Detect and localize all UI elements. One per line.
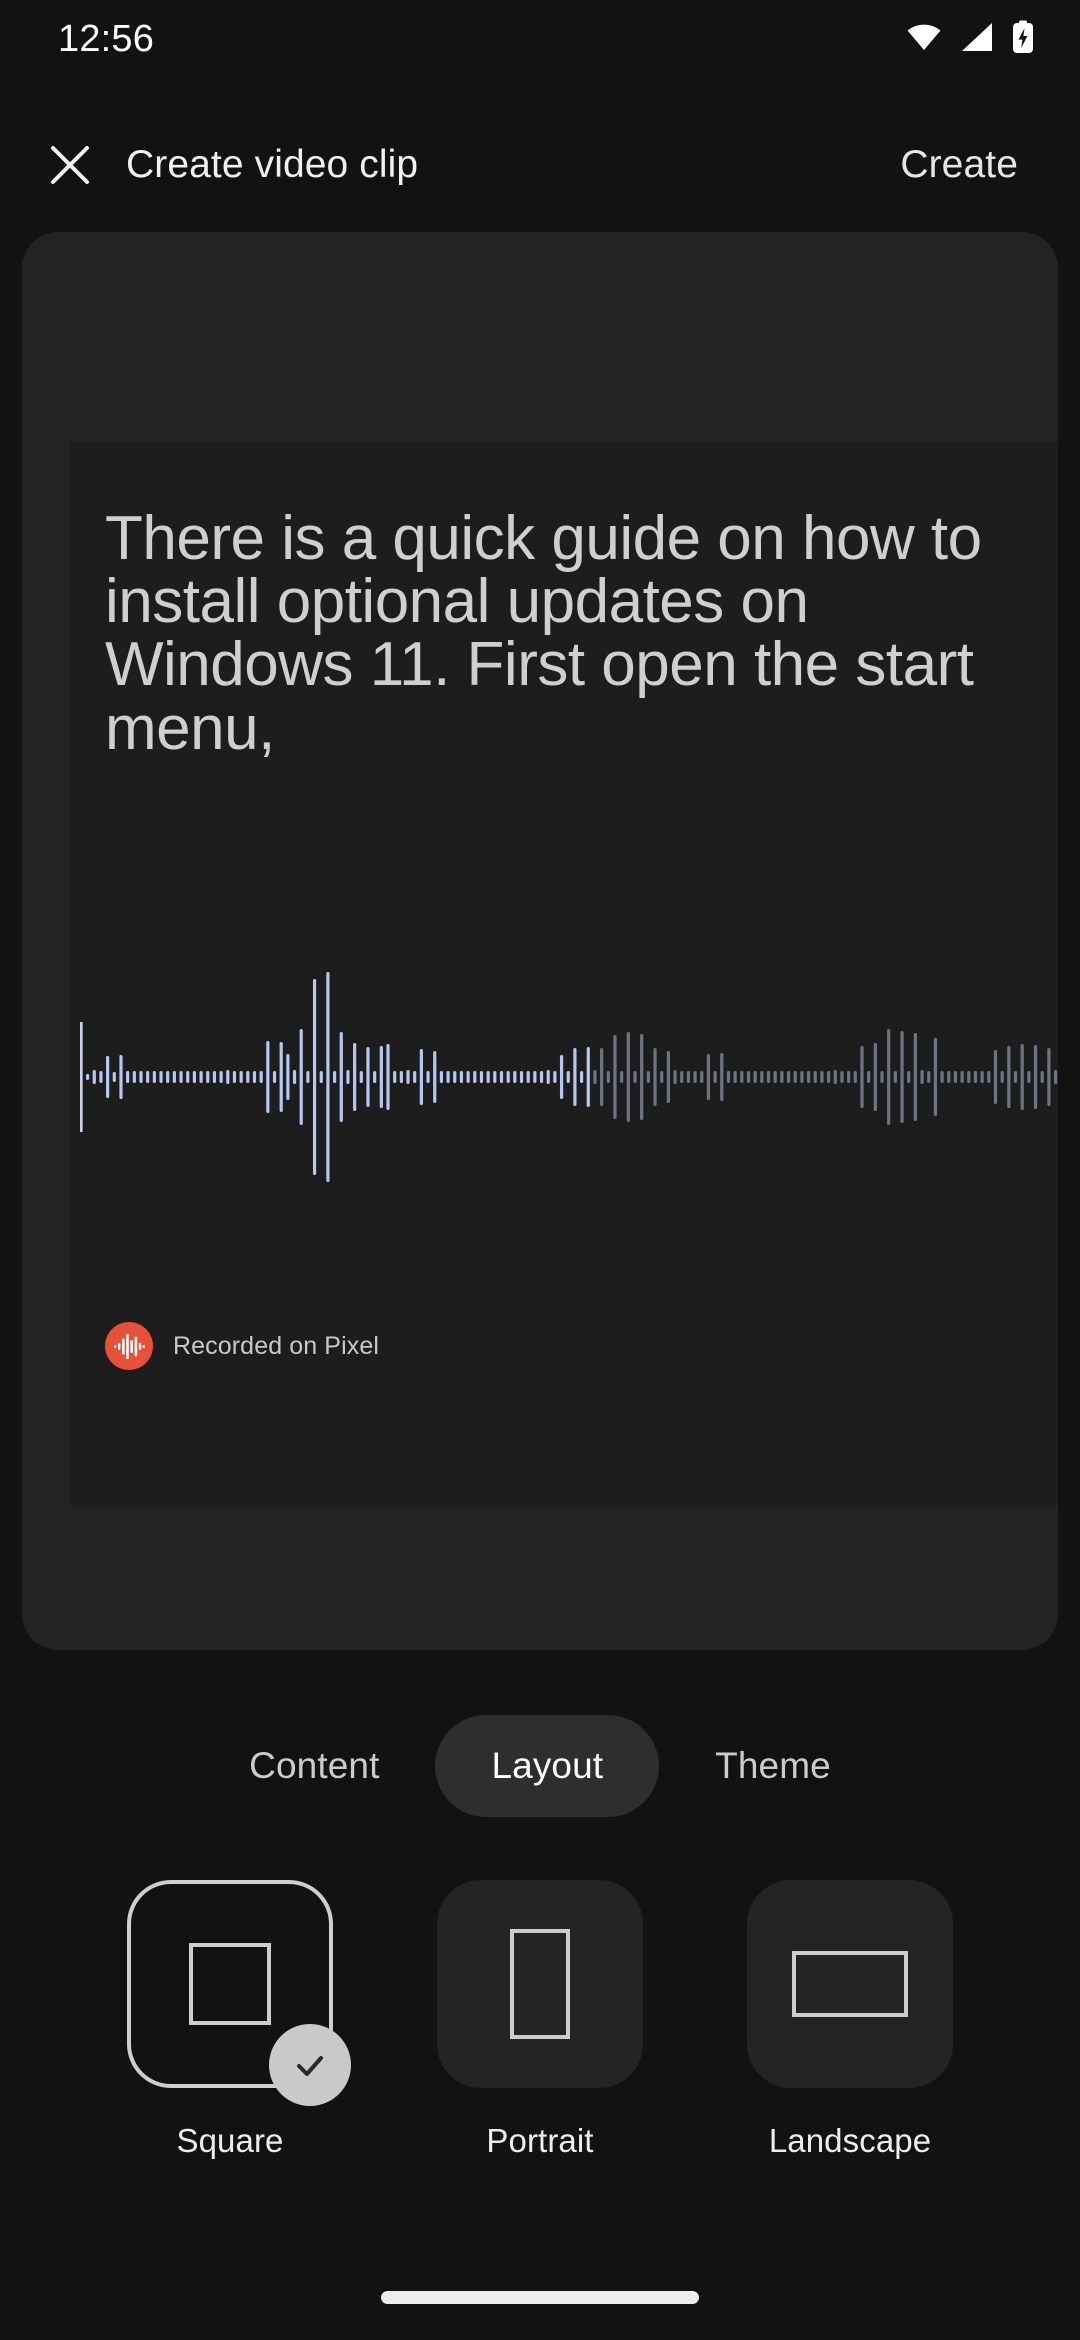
layout-options: Square Portrait Landscape xyxy=(0,1880,1080,2160)
layout-option-portrait-label: Portrait xyxy=(486,2122,594,2159)
audio-waveform[interactable] xyxy=(70,912,1058,1242)
clip-preview-content: There is a quick guide on how to install… xyxy=(70,442,1058,1505)
recorder-waveform-icon xyxy=(105,1322,153,1370)
editor-tab-bar: Content Layout Theme xyxy=(0,1712,1080,1820)
tab-content[interactable]: Content xyxy=(193,1715,435,1817)
transcript-text: There is a quick guide on how to install… xyxy=(105,504,982,763)
layout-option-square-label: Square xyxy=(176,2122,284,2159)
wifi-icon xyxy=(906,22,942,57)
app-bar: Create video clip Create xyxy=(0,110,1080,220)
layout-option-landscape-card[interactable] xyxy=(747,1880,953,2088)
cellular-signal-icon xyxy=(960,22,994,57)
app-screen: 12:56 Create video clip Create There is … xyxy=(0,0,1080,2340)
portrait-shape-icon xyxy=(510,1929,570,2039)
landscape-shape-icon xyxy=(792,1951,908,2017)
selected-check-badge xyxy=(269,2024,351,2106)
recorder-source-label: Recorded on Pixel xyxy=(173,1331,379,1360)
status-bar: 12:56 xyxy=(0,0,1080,78)
create-button[interactable]: Create xyxy=(878,129,1040,201)
battery-charging-icon xyxy=(1012,20,1034,59)
close-button[interactable] xyxy=(22,117,118,213)
layout-option-square-card[interactable] xyxy=(127,1880,351,2106)
layout-option-square[interactable]: Square xyxy=(110,1880,351,2160)
layout-option-landscape-label: Landscape xyxy=(768,2122,932,2159)
clip-preview-card[interactable]: There is a quick guide on how to install… xyxy=(22,232,1058,1650)
page-title: Create video clip xyxy=(126,143,419,186)
layout-option-portrait-card[interactable] xyxy=(437,1880,643,2088)
layout-option-portrait[interactable]: Portrait xyxy=(420,1880,660,2160)
status-bar-clock: 12:56 xyxy=(58,17,155,60)
tab-layout[interactable]: Layout xyxy=(435,1715,660,1817)
close-icon xyxy=(51,146,89,184)
layout-option-landscape[interactable]: Landscape xyxy=(730,1880,970,2160)
square-shape-icon xyxy=(189,1943,271,2025)
audio-waveform-svg xyxy=(80,972,1058,1182)
status-bar-icons xyxy=(906,20,1034,59)
tab-theme[interactable]: Theme xyxy=(659,1715,887,1817)
home-gesture-bar[interactable] xyxy=(381,2291,699,2304)
check-icon xyxy=(297,2056,323,2076)
recorder-source-badge: Recorded on Pixel xyxy=(105,1322,379,1370)
